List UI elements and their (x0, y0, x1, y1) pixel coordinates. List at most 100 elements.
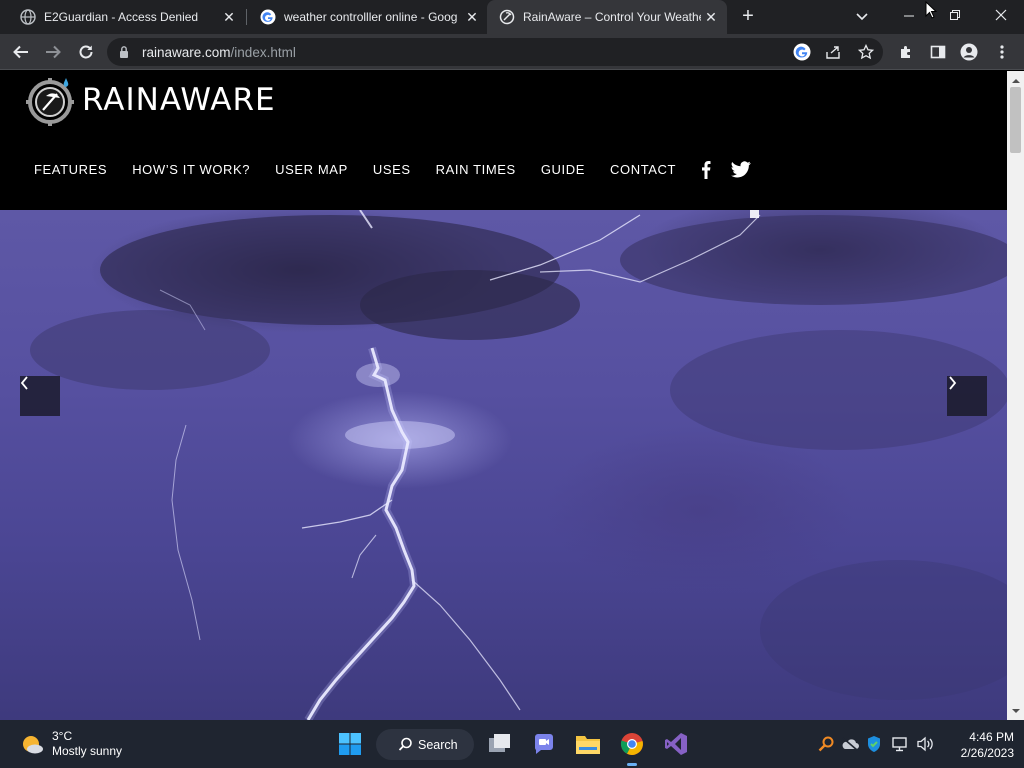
chrome-taskbar-button[interactable] (616, 728, 648, 760)
side-panel-icon (930, 45, 946, 59)
chrome-icon (620, 733, 643, 755)
side-panel-button[interactable] (927, 41, 949, 63)
profile-button[interactable] (958, 41, 980, 63)
clock-date: 2/26/2023 (960, 746, 1014, 760)
weather-widget[interactable]: 3°C Mostly sunny (20, 729, 122, 759)
search-icon (398, 737, 412, 751)
visual-studio-button[interactable] (660, 728, 692, 760)
scroll-down-button[interactable] (1007, 703, 1024, 719)
tab-search-chevron-icon[interactable] (851, 7, 873, 27)
task-view-icon (489, 734, 510, 752)
chevron-right-icon (949, 376, 957, 390)
cloud-offline-icon (842, 737, 859, 751)
puzzle-icon (901, 46, 910, 58)
chrome-running-indicator (627, 763, 637, 766)
browser-toolbar: rainaware.com/index.html (0, 34, 1024, 70)
nav-features[interactable]: FEATURES (34, 162, 107, 177)
search-label: Search (418, 737, 458, 752)
address-bar[interactable]: rainaware.com/index.html (107, 38, 883, 66)
teams-chat-icon (535, 734, 553, 754)
close-window-button[interactable] (978, 0, 1024, 30)
tray-search-app[interactable] (816, 734, 836, 754)
task-view-button[interactable] (484, 728, 516, 760)
twitter-icon (731, 161, 751, 178)
twitter-link[interactable] (731, 161, 751, 178)
tab-e2guardian[interactable]: E2Guardian - Access Denied ✕ (0, 0, 245, 34)
kebab-menu-icon (1000, 45, 1004, 59)
lock-icon (120, 46, 128, 58)
share-icon[interactable] (825, 44, 841, 60)
tab-google-search[interactable]: weather controlller online - Goog ✕ (240, 0, 488, 34)
folder-icon (576, 736, 600, 754)
reload-button[interactable] (75, 41, 97, 63)
nav-rain-times[interactable]: RAIN TIMES (436, 162, 516, 177)
clock-time: 4:46 PM (969, 730, 1014, 744)
menu-button[interactable] (991, 41, 1013, 63)
close-tab-icon[interactable]: ✕ (701, 9, 721, 26)
windows-icon (339, 733, 361, 755)
reload-icon (79, 45, 93, 59)
forward-button[interactable] (42, 41, 64, 63)
minimize-icon (904, 15, 914, 17)
facebook-icon (702, 161, 711, 179)
facebook-link[interactable] (701, 160, 711, 179)
scroll-up-icon (1011, 79, 1020, 83)
tab-strip: E2Guardian - Access Denied ✕ weather con… (0, 0, 1024, 34)
lightning-storm-image (30, 210, 1007, 720)
rainaware-logo-icon (26, 78, 74, 126)
site-logo[interactable]: RAINAWARE (26, 74, 276, 126)
nav-guide[interactable]: GUIDE (541, 162, 585, 177)
web-page: RAINAWARE FEATURES HOW’S IT WORK? USER M… (0, 71, 1007, 720)
nav-user-map[interactable]: USER MAP (275, 162, 348, 177)
shield-icon (868, 736, 880, 752)
teams-chat-button[interactable] (528, 728, 560, 760)
bookmark-star-icon[interactable] (858, 44, 874, 60)
scroll-thumb[interactable] (1010, 87, 1021, 153)
new-tab-button[interactable]: + (737, 5, 759, 27)
tray-network[interactable] (890, 734, 910, 754)
file-explorer-button[interactable] (572, 728, 604, 760)
tab-rainaware[interactable]: RainAware – Control Your Weathe ✕ (487, 0, 727, 34)
url-path: /index.html (230, 45, 296, 60)
close-tab-icon[interactable]: ✕ (219, 9, 239, 26)
nav-uses[interactable]: USES (373, 162, 411, 177)
nav-contact[interactable]: CONTACT (610, 162, 676, 177)
url-host: rainaware.com (142, 45, 231, 60)
slider-next-button[interactable] (947, 376, 987, 416)
magnifier-orange-icon (818, 736, 834, 752)
extensions-button[interactable] (895, 41, 917, 63)
tab-title: E2Guardian - Access Denied (44, 10, 199, 24)
network-icon (892, 737, 907, 752)
scroll-down-icon (1011, 709, 1020, 713)
slider-prev-button[interactable] (20, 376, 60, 416)
tab-title: weather controlller online - Goog (284, 10, 458, 24)
tray-security[interactable] (864, 734, 884, 754)
visual-studio-icon (665, 733, 687, 755)
arrow-right-icon (46, 45, 61, 59)
taskbar-search[interactable]: Search (376, 729, 474, 760)
main-nav: FEATURES HOW’S IT WORK? USER MAP USES RA… (34, 160, 771, 179)
tray-volume[interactable] (916, 734, 936, 754)
windows-taskbar: 3°C Mostly sunny Search 4:46 PM 2/26/202… (0, 720, 1024, 768)
tray-onedrive[interactable] (840, 734, 860, 754)
restore-icon (950, 10, 960, 20)
logo-text: RAINAWARE (82, 82, 276, 118)
weather-temp: 3°C (52, 729, 73, 743)
chevron-left-icon (20, 376, 28, 390)
mouse-cursor-icon (925, 1, 938, 19)
google-icon (260, 9, 276, 25)
hero-slider (0, 210, 1007, 720)
weather-desc: Mostly sunny (52, 744, 123, 758)
system-clock[interactable]: 4:46 PM 2/26/2023 (944, 729, 1014, 761)
close-tab-icon[interactable]: ✕ (462, 9, 482, 26)
page-scrollbar[interactable] (1007, 71, 1024, 720)
volume-icon (917, 736, 933, 752)
sun-weather-icon (23, 736, 43, 754)
google-lens-icon[interactable] (793, 43, 811, 61)
back-button[interactable] (10, 41, 32, 63)
url-text[interactable]: rainaware.com/index.html (142, 45, 296, 60)
start-button[interactable] (334, 728, 366, 760)
globe-icon (20, 9, 36, 25)
close-icon (995, 9, 1007, 21)
nav-how-it-works[interactable]: HOW’S IT WORK? (132, 162, 250, 177)
